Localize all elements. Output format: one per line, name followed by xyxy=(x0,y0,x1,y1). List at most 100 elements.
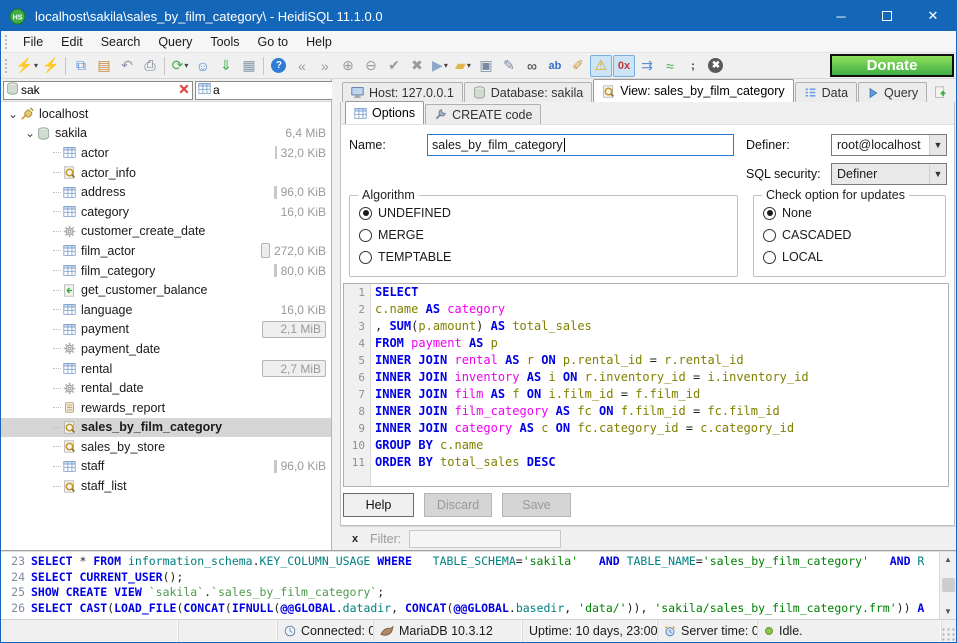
print-button[interactable]: ⎙ xyxy=(139,55,161,77)
radio-icon[interactable] xyxy=(763,251,776,264)
tree-item-customer_create_date[interactable]: customer_create_date xyxy=(1,222,331,242)
save-sql-as-button[interactable]: ✎ xyxy=(498,55,520,77)
subtab-options[interactable]: Options xyxy=(345,101,424,124)
post-changes-button[interactable]: ✔ xyxy=(383,55,405,77)
dropdown-arrow-icon[interactable]: ▾ xyxy=(467,61,471,70)
subtab-create-code[interactable]: CREATE code xyxy=(425,104,541,124)
menu-help[interactable]: Help xyxy=(297,31,341,53)
menu-file[interactable]: File xyxy=(14,31,52,53)
tree-item-rewards_report[interactable]: rewards_report xyxy=(1,398,331,418)
tab-view-sales-by-film-category[interactable]: View: sales_by_film_category xyxy=(593,79,793,102)
tree-item-payment_date[interactable]: payment_date xyxy=(1,339,331,359)
chevron-down-icon[interactable]: ⌄ xyxy=(24,129,36,137)
filter-input[interactable] xyxy=(409,530,561,548)
sql-security-combobox[interactable]: Definer ▼ xyxy=(831,163,947,185)
scrollbar-thumb[interactable] xyxy=(942,578,955,592)
clear-filter-icon[interactable] xyxy=(178,83,190,98)
close-filter-icon[interactable]: x xyxy=(348,533,362,545)
refresh-button[interactable]: ⟳▾ xyxy=(169,55,191,77)
tree-item-rental[interactable]: rental2,7 MiB xyxy=(1,359,331,379)
radio-selected-icon[interactable] xyxy=(359,207,372,220)
next-tab-setting-button[interactable]: ⇉ xyxy=(636,55,658,77)
menu-query[interactable]: Query xyxy=(149,31,201,53)
close-button[interactable]: ✕ xyxy=(910,1,956,31)
tab-query[interactable]: Query xyxy=(858,82,927,102)
delete-record-button[interactable]: ⊖ xyxy=(360,55,382,77)
maximize-button[interactable] xyxy=(864,1,910,31)
reformat-sql-button[interactable]: ✐ xyxy=(567,55,589,77)
resize-grip[interactable] xyxy=(942,628,956,642)
new-query-tab-button[interactable] xyxy=(928,82,953,102)
help-button[interactable]: Help xyxy=(343,493,414,517)
database-filter-input[interactable] xyxy=(21,83,176,97)
replace-text-button[interactable]: ab xyxy=(544,55,566,77)
dropdown-arrow-icon[interactable]: ▾ xyxy=(34,61,38,70)
stop-query-button[interactable]: ✖ xyxy=(705,55,727,77)
tree-item-actor_info[interactable]: actor_info xyxy=(1,163,331,183)
export-database-button[interactable]: ⇓ xyxy=(215,55,237,77)
scroll-down-icon[interactable]: ▼ xyxy=(944,604,952,619)
first-record-button[interactable]: « xyxy=(291,55,313,77)
tree-item-film_category[interactable]: film_category80,0 KiB xyxy=(1,261,331,281)
panel-splitter[interactable] xyxy=(332,79,340,550)
tab-data[interactable]: Data xyxy=(795,82,857,102)
tree-item-film_actor[interactable]: film_actor272,0 KiB xyxy=(1,241,331,261)
radio-icon[interactable] xyxy=(359,229,372,242)
menu-go-to[interactable]: Go to xyxy=(249,31,298,53)
radio-none[interactable]: None xyxy=(754,202,945,224)
tree-item-get_customer_balance[interactable]: get_customer_balance xyxy=(1,280,331,300)
tree-item-sales_by_film_category[interactable]: sales_by_film_category xyxy=(1,418,331,438)
definer-combobox[interactable]: root@localhost ▼ xyxy=(831,134,947,156)
tree-item-rental_date[interactable]: rental_date xyxy=(1,378,331,398)
menu-search[interactable]: Search xyxy=(92,31,150,53)
view-body-sql-editor[interactable]: 1SELECT2c.name AS category3, SUM(p.amoun… xyxy=(343,283,949,487)
menu-edit[interactable]: Edit xyxy=(52,31,92,53)
chevron-down-icon[interactable]: ⌄ xyxy=(7,110,19,118)
tree-item-actor[interactable]: actor32,0 KiB xyxy=(1,143,331,163)
tree-item-sales_by_store[interactable]: sales_by_store xyxy=(1,437,331,457)
donate-button[interactable]: Donate xyxy=(830,54,954,77)
tree-item-localhost[interactable]: ⌄localhost xyxy=(1,104,331,124)
radio-icon[interactable] xyxy=(359,251,372,264)
view-name-input[interactable]: sales_by_film_category xyxy=(427,134,734,156)
last-record-button[interactable]: » xyxy=(314,55,336,77)
tree-item-sakila[interactable]: ⌄sakila6,4 MiB xyxy=(1,124,331,144)
radio-merge[interactable]: MERGE xyxy=(350,224,737,246)
discard-button[interactable]: Discard xyxy=(424,493,492,517)
tab-database-sakila[interactable]: Database: sakila xyxy=(464,82,592,102)
insert-record-button[interactable]: ⊕ xyxy=(337,55,359,77)
radio-icon[interactable] xyxy=(763,229,776,242)
cancel-editing-button[interactable]: ✖ xyxy=(406,55,428,77)
radio-local[interactable]: LOCAL xyxy=(754,246,945,268)
minimize-button[interactable]: ─ xyxy=(818,1,864,31)
user-manager-button[interactable]: ☺ xyxy=(192,55,214,77)
hex-view-button[interactable]: 0x xyxy=(613,55,635,77)
save-to-database-button[interactable]: ▦ xyxy=(238,55,260,77)
dropdown-arrow-icon[interactable]: ▾ xyxy=(444,61,448,70)
tree-item-staff[interactable]: staff96,0 KiB xyxy=(1,457,331,477)
open-sql-file-button[interactable]: ▰▾ xyxy=(452,55,474,77)
tree-item-staff_list[interactable]: staff_list xyxy=(1,476,331,496)
save-sql-button[interactable]: ▣ xyxy=(475,55,497,77)
find-text-button[interactable]: ∞ xyxy=(521,55,543,77)
bind-parameters-button[interactable]: ⚠ xyxy=(590,55,612,77)
tree-item-language[interactable]: language16,0 KiB xyxy=(1,300,331,320)
paste-button[interactable]: ▤ xyxy=(93,55,115,77)
tree-item-payment[interactable]: payment2,1 MiB xyxy=(1,320,331,340)
save-button[interactable]: Save xyxy=(502,493,571,517)
reconnect-button[interactable]: ≈ xyxy=(659,55,681,77)
radio-undefined[interactable]: UNDEFINED xyxy=(350,202,737,224)
radio-temptable[interactable]: TEMPTABLE xyxy=(350,246,737,268)
sql-log[interactable]: 23SELECT * FROM information_schema.KEY_C… xyxy=(1,552,939,619)
connect-button[interactable]: ⚡ xyxy=(40,55,62,77)
undo-button[interactable]: ↶ xyxy=(116,55,138,77)
run-query-button[interactable]: ▶▾ xyxy=(429,55,451,77)
help-button[interactable]: ? xyxy=(268,55,290,77)
menu-tools[interactable]: Tools xyxy=(201,31,248,53)
radio-cascaded[interactable]: CASCADED xyxy=(754,224,945,246)
tree-item-category[interactable]: category16,0 KiB xyxy=(1,202,331,222)
session-manager-button[interactable]: ⚡▾ xyxy=(15,55,39,77)
tree-item-address[interactable]: address96,0 KiB xyxy=(1,182,331,202)
single-queries-button[interactable]: ; xyxy=(682,55,704,77)
dropdown-arrow-icon[interactable]: ▾ xyxy=(184,61,188,70)
